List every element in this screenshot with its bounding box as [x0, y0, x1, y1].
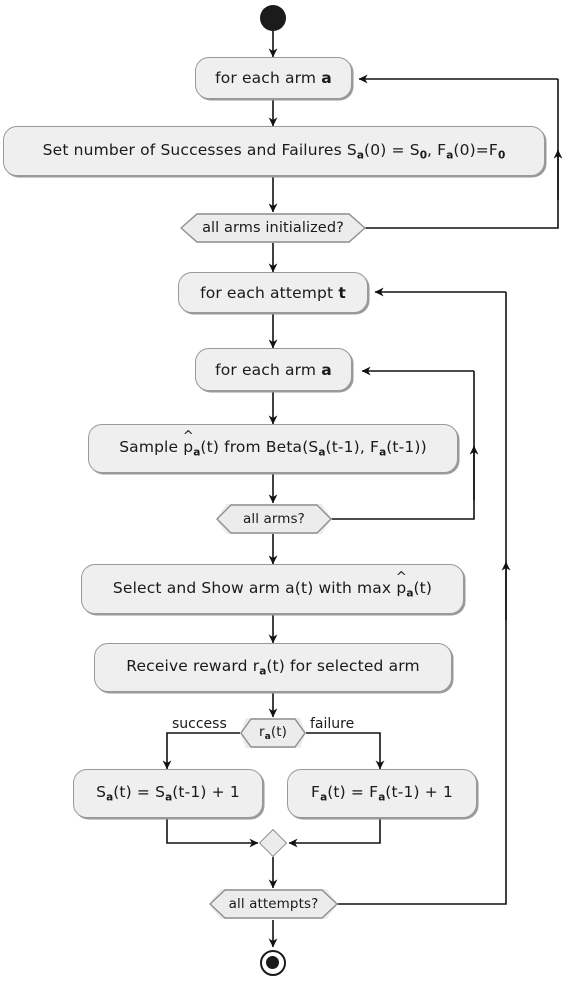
edge-branch-failure: [306, 732, 385, 770]
edge-branch-success: [162, 732, 240, 770]
start-node: [260, 5, 286, 31]
action-label: Sa(t) = Sa(t-1) + 1: [96, 783, 240, 804]
edge-success-to-merge: [166, 818, 259, 848]
loop-node-for-each-arm-sample[interactable]: for each arm a: [195, 348, 352, 391]
action-sample-beta[interactable]: Sample ^ pa(t) from Beta(Sa(t-1), Fa(t-1)…: [88, 424, 458, 473]
decision-label: all arms initialized?: [202, 220, 344, 236]
flowchart-canvas: for each arm a Set number of Successes a…: [0, 0, 570, 982]
action-select-and-show-arm[interactable]: Select and Show arm a(t) with max ^ pa(t): [81, 564, 464, 614]
edge-label-success: success: [172, 716, 227, 732]
decision-all-arms-initialized[interactable]: all arms initialized?: [180, 213, 366, 243]
action-set-initial-counts[interactable]: Set number of Successes and Failures Sa(…: [3, 126, 545, 176]
decision-reward-branch[interactable]: ra(t): [240, 718, 306, 748]
action-receive-reward[interactable]: Receive reward ra(t) for selected arm: [94, 643, 452, 692]
action-update-failure-count[interactable]: Fa(t) = Fa(t-1) + 1: [287, 769, 477, 818]
action-label: Receive reward ra(t) for selected arm: [126, 657, 420, 678]
p-hat-symbol: ^ p: [182, 429, 194, 457]
decision-all-attempts[interactable]: all attempts?: [209, 889, 338, 919]
decision-label: all attempts?: [228, 896, 319, 912]
decision-all-arms[interactable]: all arms?: [216, 504, 332, 534]
loop-node-for-each-arm-init[interactable]: for each arm a: [195, 57, 352, 99]
action-label: Select and Show arm a(t) with max ^ pa(t): [112, 569, 433, 600]
action-label: Fa(t) = Fa(t-1) + 1: [311, 783, 453, 804]
action-update-success-count[interactable]: Sa(t) = Sa(t-1) + 1: [73, 769, 263, 818]
action-label: Sample ^ pa(t) from Beta(Sa(t-1), Fa(t-1)…: [119, 429, 427, 459]
end-node: [260, 950, 286, 976]
loop-node-label: for each arm a: [215, 360, 332, 379]
decision-label: ra(t): [259, 724, 287, 742]
loop-node-label: for each arm a: [215, 69, 332, 87]
p-hat-symbol: ^ p: [395, 569, 407, 597]
loop-node-label: for each attempt t: [200, 283, 346, 302]
loop-node-for-each-attempt[interactable]: for each attempt t: [178, 272, 368, 313]
decision-label: all arms?: [243, 511, 305, 527]
edge-failure-to-merge: [288, 818, 381, 848]
edge-label-failure: failure: [310, 716, 355, 732]
action-label: Set number of Successes and Failures Sa(…: [42, 140, 506, 162]
